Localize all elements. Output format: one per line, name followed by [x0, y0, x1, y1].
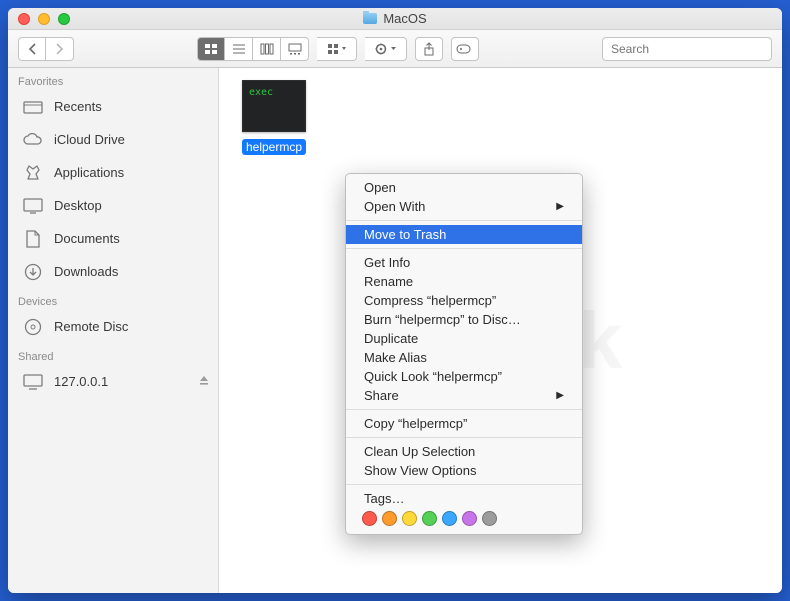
exec-badge: exec	[249, 87, 273, 98]
downloads-icon	[22, 263, 44, 281]
icon-view-button[interactable]	[197, 37, 225, 61]
nav-buttons	[18, 37, 74, 61]
action-button-group	[365, 37, 407, 61]
ctx-rename[interactable]: Rename	[346, 272, 582, 291]
separator	[346, 437, 582, 438]
window-title-text: MacOS	[383, 11, 426, 26]
toolbar	[8, 30, 782, 68]
titlebar: MacOS	[8, 8, 782, 30]
back-button[interactable]	[18, 37, 46, 61]
label: Documents	[54, 231, 120, 246]
sidebar-item-desktop[interactable]: Desktop	[8, 189, 218, 222]
ctx-duplicate[interactable]: Duplicate	[346, 329, 582, 348]
recents-icon	[22, 98, 44, 116]
ctx-compress[interactable]: Compress “helpermcp”	[346, 291, 582, 310]
tag-yellow[interactable]	[402, 511, 417, 526]
separator	[346, 409, 582, 410]
search-field[interactable]	[602, 37, 772, 61]
label: 127.0.0.1	[54, 374, 108, 389]
file-item[interactable]: exec helpermcp	[231, 80, 317, 156]
gallery-view-button[interactable]	[281, 37, 309, 61]
tag-purple[interactable]	[462, 511, 477, 526]
ctx-burn[interactable]: Burn “helpermcp” to Disc…	[346, 310, 582, 329]
cloud-icon	[22, 131, 44, 149]
ctx-clean-up[interactable]: Clean Up Selection	[346, 442, 582, 461]
tag-gray[interactable]	[482, 511, 497, 526]
label: Recents	[54, 99, 102, 114]
separator	[346, 248, 582, 249]
sidebar-item-documents[interactable]: Documents	[8, 222, 218, 255]
exec-icon: exec	[242, 80, 306, 132]
eject-icon[interactable]	[198, 374, 210, 389]
ctx-get-info[interactable]: Get Info	[346, 253, 582, 272]
action-button[interactable]	[365, 37, 407, 61]
tag-green[interactable]	[422, 511, 437, 526]
folder-icon	[363, 13, 377, 24]
submenu-arrow-icon: ▶	[556, 390, 564, 401]
sidebar-item-downloads[interactable]: Downloads	[8, 255, 218, 288]
documents-icon	[22, 230, 44, 248]
section-shared: Shared	[8, 349, 218, 365]
tag-orange[interactable]	[382, 511, 397, 526]
tag-red[interactable]	[362, 511, 377, 526]
ctx-share[interactable]: Share▶	[346, 386, 582, 405]
ctx-open[interactable]: Open	[346, 178, 582, 197]
ctx-copy[interactable]: Copy “helpermcp”	[346, 414, 582, 433]
section-devices: Devices	[8, 294, 218, 310]
window-title: MacOS	[8, 11, 782, 26]
label: Applications	[54, 165, 124, 180]
section-favorites: Favorites	[8, 74, 218, 90]
separator	[346, 220, 582, 221]
context-menu: Open Open With▶ Move to Trash Get Info R…	[345, 173, 583, 535]
view-mode-buttons	[197, 37, 309, 61]
group-by-button-group	[317, 37, 357, 61]
tag-blue[interactable]	[442, 511, 457, 526]
tags-button[interactable]	[451, 37, 479, 61]
label: iCloud Drive	[54, 132, 125, 147]
ctx-show-view-options[interactable]: Show View Options	[346, 461, 582, 480]
sidebar-item-remote-disc[interactable]: Remote Disc	[8, 310, 218, 343]
ctx-tags[interactable]: Tags…	[346, 489, 582, 508]
column-view-button[interactable]	[253, 37, 281, 61]
sidebar-item-shared-host[interactable]: 127.0.0.1	[8, 365, 218, 398]
sidebar-item-icloud[interactable]: iCloud Drive	[8, 123, 218, 156]
applications-icon	[22, 164, 44, 182]
share-button[interactable]	[415, 37, 443, 61]
sidebar-item-recents[interactable]: Recents	[8, 90, 218, 123]
finder-window: MacOS Favorites Recents	[8, 8, 782, 593]
sidebar-item-applications[interactable]: Applications	[8, 156, 218, 189]
separator	[346, 484, 582, 485]
forward-button[interactable]	[46, 37, 74, 61]
desktop-icon	[22, 197, 44, 215]
submenu-arrow-icon: ▶	[556, 201, 564, 212]
ctx-tag-colors	[346, 508, 582, 530]
ctx-move-to-trash[interactable]: Move to Trash	[346, 225, 582, 244]
ctx-quick-look[interactable]: Quick Look “helpermcp”	[346, 367, 582, 386]
label: Downloads	[54, 264, 118, 279]
sidebar: Favorites Recents iCloud Drive Applicati…	[8, 68, 219, 593]
label: Remote Disc	[54, 319, 128, 334]
ctx-make-alias[interactable]: Make Alias	[346, 348, 582, 367]
label: Desktop	[54, 198, 102, 213]
ctx-open-with[interactable]: Open With▶	[346, 197, 582, 216]
file-name: helpermcp	[242, 139, 306, 155]
search-input[interactable]	[611, 42, 766, 56]
display-icon	[22, 373, 44, 391]
disc-icon	[22, 318, 44, 336]
group-by-button[interactable]	[317, 37, 357, 61]
list-view-button[interactable]	[225, 37, 253, 61]
